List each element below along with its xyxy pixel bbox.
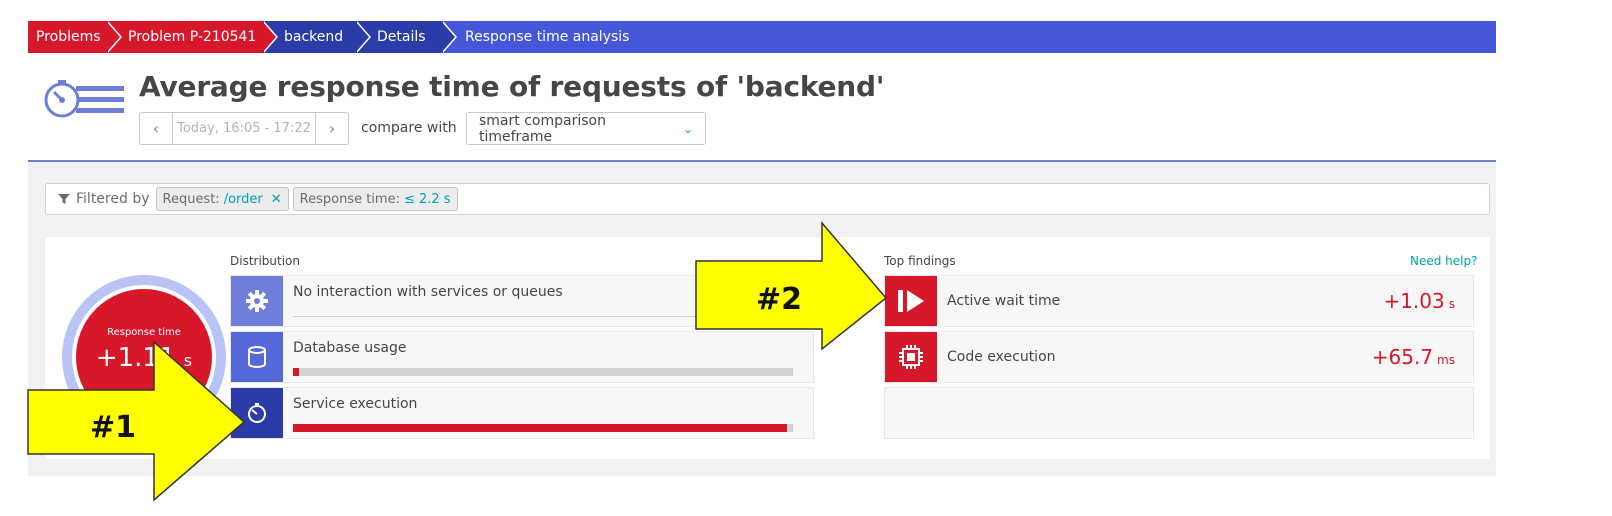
- findings-title: Top findings: [884, 254, 956, 268]
- chevron-left-icon: ‹: [152, 119, 160, 138]
- help-link[interactable]: Need help?: [1410, 254, 1477, 268]
- timeframe-next-button[interactable]: ›: [315, 113, 348, 144]
- distribution-bar-fill: [293, 424, 787, 432]
- filter-icon: [58, 194, 70, 204]
- distribution-bar-fill: [293, 368, 299, 376]
- response-time-icon: [44, 80, 124, 118]
- distribution-item-name: Service execution: [293, 396, 418, 412]
- finding-value: +1.03 s: [1383, 276, 1473, 326]
- donut-label: Response time: [107, 327, 181, 338]
- breadcrumb-label: Problem P-210541: [128, 29, 257, 45]
- chevron-down-icon: ⌄: [682, 121, 693, 136]
- finding-active-wait-time[interactable]: Active wait time +1.03 s: [884, 275, 1474, 327]
- breadcrumb-label: Details: [377, 29, 426, 45]
- breadcrumb-label: Response time analysis: [465, 29, 630, 45]
- timeframe-prev-button[interactable]: ‹: [140, 113, 173, 144]
- finding-name: Code execution: [947, 349, 1056, 365]
- chevron-right-icon: ›: [328, 119, 336, 138]
- finding-name: Active wait time: [947, 293, 1061, 309]
- compare-value: smart comparison timeframe: [479, 112, 606, 145]
- compare-label: compare with: [361, 120, 457, 136]
- filter-chip-response-time[interactable]: Response time: ≤ 2.2 s: [292, 187, 458, 211]
- cpu-icon: [885, 332, 937, 382]
- distribution-title: Distribution: [230, 254, 301, 268]
- close-icon[interactable]: ✕: [271, 192, 282, 207]
- finding-empty-slot: [884, 387, 1474, 439]
- breadcrumb-item-problem[interactable]: Problem P-210541: [106, 21, 278, 53]
- page-title: Average response time of requests of 'ba…: [139, 70, 885, 103]
- finding-value-unit: s: [1448, 297, 1455, 311]
- timeframe-selector: ‹ Today, 16:05 - 17:22 ›: [139, 112, 349, 145]
- chip-key: Request:: [162, 191, 220, 207]
- chip-value: /order: [223, 191, 263, 207]
- breadcrumb-label: Problems: [36, 29, 101, 45]
- breadcrumb-item-problems[interactable]: Problems: [28, 21, 122, 53]
- gear-icon: [231, 276, 283, 326]
- filter-chip-request[interactable]: Request: /order ✕: [155, 187, 289, 211]
- page-root: Problems Problem P-210541 backend Detail…: [0, 0, 1612, 516]
- finding-code-execution[interactable]: Code execution +65.7 ms: [884, 331, 1474, 383]
- breadcrumb-label: backend: [284, 29, 344, 45]
- finding-value-number: +65.7: [1371, 345, 1434, 369]
- chip-key: Response time:: [299, 191, 400, 207]
- compare-dropdown[interactable]: smart comparison timeframe ⌄: [466, 112, 706, 145]
- chip-value: ≤ 2.2 s: [403, 191, 451, 207]
- distribution-item-service-execution[interactable]: Service execution: [230, 387, 814, 439]
- finding-value-number: +1.03: [1383, 289, 1445, 313]
- wait-icon: [885, 276, 937, 326]
- breadcrumb: Problems Problem P-210541 backend Detail…: [28, 21, 1496, 53]
- annotation-label-2: #2: [756, 282, 803, 317]
- filter-label: Filtered by: [76, 191, 150, 207]
- annotation-label-1: #1: [90, 410, 137, 445]
- filter-bar[interactable]: Filtered by Request: /order ✕ Response t…: [45, 183, 1490, 215]
- distribution-bar: [293, 424, 793, 432]
- finding-value-unit: ms: [1437, 353, 1455, 367]
- timeframe-value[interactable]: Today, 16:05 - 17:22: [173, 121, 315, 136]
- breadcrumb-item-current: Response time analysis: [441, 21, 643, 53]
- finding-value: +65.7 ms: [1372, 332, 1473, 382]
- distribution-bar: [293, 368, 793, 376]
